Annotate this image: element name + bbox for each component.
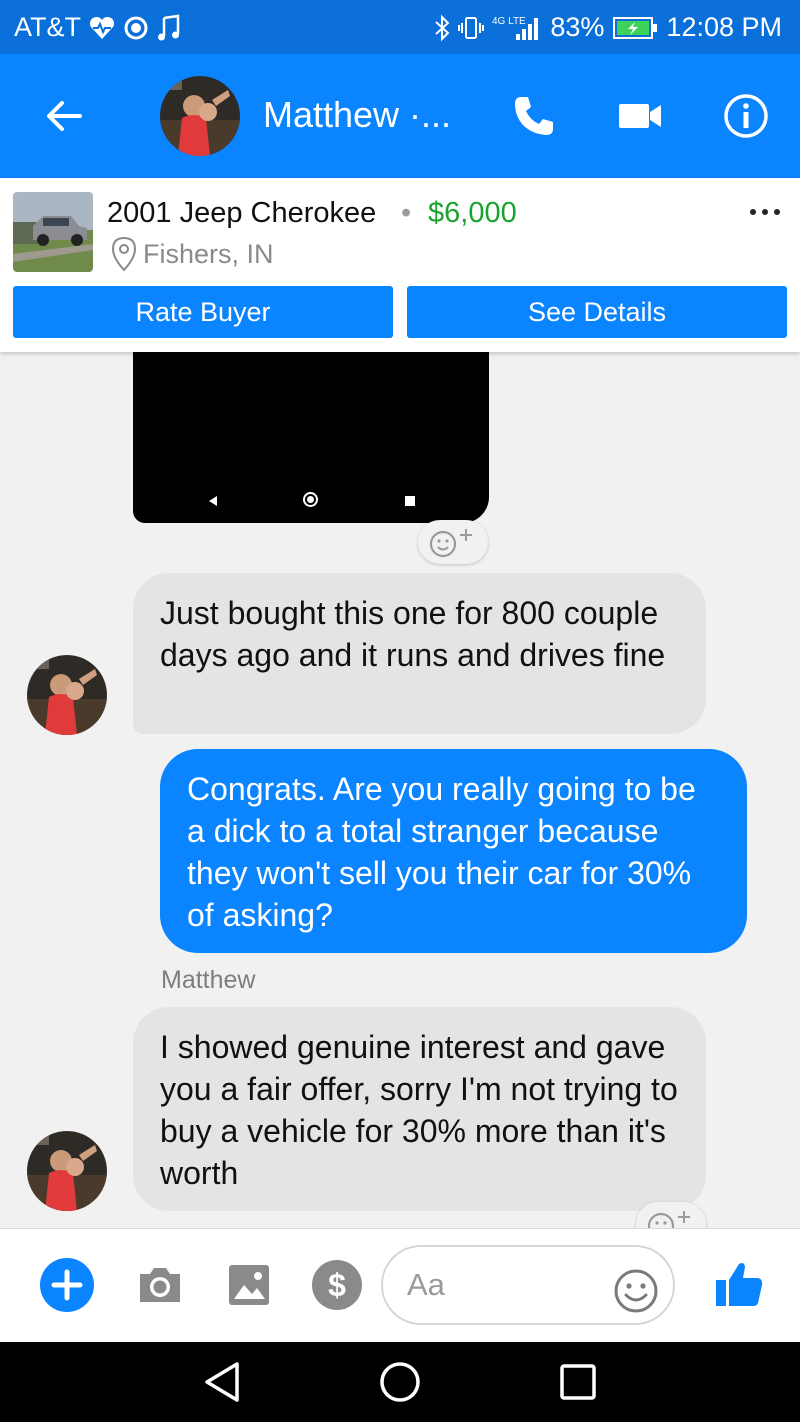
video-call-button[interactable] <box>612 88 668 144</box>
clock: 12:08 PM <box>666 12 782 42</box>
dollar-icon: $ <box>312 1260 362 1310</box>
incoming-message[interactable]: I showed genuine interest and gave you a… <box>133 1007 706 1211</box>
info-button[interactable] <box>718 88 774 144</box>
like-button[interactable] <box>710 1255 768 1313</box>
add-reaction-button[interactable] <box>636 1202 706 1228</box>
info-icon <box>724 94 768 138</box>
system-recents-button[interactable] <box>550 1354 606 1410</box>
battery-charging-icon <box>612 16 658 40</box>
nav-home-icon <box>380 1362 420 1402</box>
add-reaction-button[interactable] <box>418 520 488 564</box>
emoji-icon <box>614 1269 658 1313</box>
circle-icon <box>123 15 149 41</box>
location-pin-icon <box>111 236 137 272</box>
message-list[interactable]: Just bought this one for 800 couple days… <box>0 352 800 1228</box>
svg-text:$: $ <box>328 1267 346 1303</box>
message-composer: $ Aa <box>0 1228 800 1342</box>
signal-icon: 4G LTE <box>492 14 542 42</box>
emoji-button[interactable] <box>612 1267 660 1315</box>
nav-back-icon <box>205 1362 239 1402</box>
sender-avatar[interactable] <box>27 655 107 735</box>
camera-button[interactable] <box>132 1257 188 1313</box>
listing-price: $6,000 <box>428 197 517 229</box>
payment-button[interactable]: $ <box>309 1257 365 1313</box>
rate-buyer-button[interactable]: Rate Buyer <box>13 286 393 338</box>
heart-pulse-icon <box>89 16 115 40</box>
listing-location: Fishers, IN <box>143 239 274 269</box>
voice-call-button[interactable] <box>506 88 562 144</box>
more-dots-icon <box>750 209 780 215</box>
gallery-button[interactable] <box>221 1257 277 1313</box>
vibrate-icon <box>458 15 485 41</box>
marketplace-listing-card: 2001 Jeep Cherokee • $6,000 Fishers, IN … <box>0 178 800 352</box>
status-left: AT&T <box>14 12 181 43</box>
contact-name[interactable]: Matthew ·... <box>263 94 451 136</box>
nav-back-icon <box>209 496 217 506</box>
carrier-label: AT&T <box>14 12 81 42</box>
camera-icon <box>140 1268 180 1302</box>
emoji-add-icon <box>647 1211 690 1228</box>
nav-home-icon <box>303 492 318 507</box>
emoji-add-icon <box>429 529 472 558</box>
listing-separator: • <box>401 197 412 229</box>
contact-avatar[interactable] <box>160 76 240 156</box>
music-note-icon <box>157 14 181 42</box>
phone-icon <box>515 97 553 135</box>
video-camera-icon <box>619 104 661 128</box>
listing-title: 2001 Jeep Cherokee <box>107 197 377 229</box>
status-right: 4G LTE 83% 12:08 PM <box>434 12 782 43</box>
message-input-placeholder: Aa <box>407 1267 445 1302</box>
listing-thumbnail[interactable] <box>13 192 93 272</box>
battery-percent: 83% <box>550 12 605 42</box>
bluetooth-icon <box>434 14 450 42</box>
system-home-button[interactable] <box>372 1354 428 1410</box>
thumbs-up-icon <box>716 1263 763 1306</box>
system-navigation-bar <box>0 1342 800 1422</box>
sender-avatar[interactable] <box>27 1131 107 1211</box>
listing-more-button[interactable] <box>742 192 788 232</box>
more-actions-button[interactable] <box>39 1257 95 1313</box>
outgoing-message[interactable]: Congrats. Are you really going to be a d… <box>160 749 747 953</box>
see-details-button[interactable]: See Details <box>407 286 787 338</box>
status-bar: AT&T 4G LTE 83% 12:08 PM <box>0 0 800 54</box>
incoming-message[interactable]: Just bought this one for 800 couple days… <box>133 573 706 734</box>
network-badge-label: 4G LTE <box>492 16 526 27</box>
plus-icon <box>40 1258 94 1312</box>
shared-screenshot-image[interactable] <box>133 352 489 523</box>
nav-recent-icon <box>405 496 415 506</box>
nav-recent-icon <box>560 1364 596 1400</box>
back-button[interactable] <box>36 88 92 144</box>
system-back-button[interactable] <box>194 1354 250 1410</box>
conversation-header: Matthew ·... <box>0 54 800 178</box>
back-arrow-icon <box>47 101 82 131</box>
sender-name-label: Matthew <box>161 966 256 994</box>
image-icon <box>229 1265 269 1305</box>
